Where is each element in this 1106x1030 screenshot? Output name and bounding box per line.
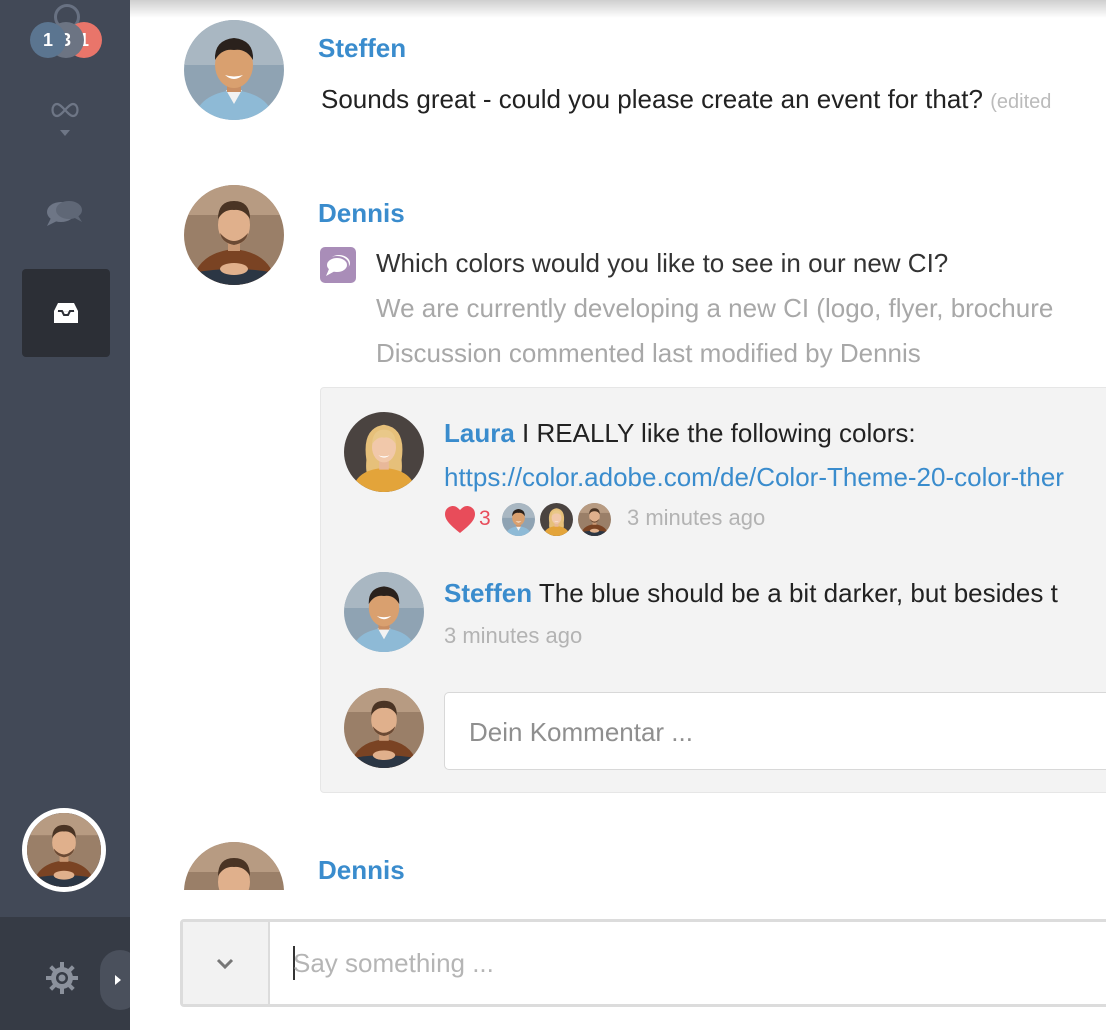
avatar[interactable] [344,412,424,492]
message-text: Sounds great - could you please create a… [321,84,1051,115]
comment-author[interactable]: Laura [444,418,515,448]
comment-timestamp: 3 minutes ago [627,505,766,530]
infinity-icon [51,102,79,118]
discussion-description: We are currently developing a new CI (lo… [376,293,1054,323]
chevron-down-icon [216,958,234,970]
composer-options-button[interactable] [183,922,270,1004]
sidebar-item-chats[interactable] [0,198,130,235]
message-composer[interactable]: Say something ... [180,919,1106,1007]
liker-avatar[interactable] [540,503,573,536]
sidebar-item-inbox[interactable] [22,269,110,357]
user-avatar[interactable] [22,808,106,892]
chevron-down-icon [60,130,70,136]
chevron-right-icon [115,975,121,985]
comment-author[interactable]: Steffen [444,578,532,608]
message-author[interactable]: Dennis [318,855,405,886]
comment-timestamp: 3 minutes ago [444,623,583,648]
liker-avatar[interactable] [578,503,611,536]
message-author[interactable]: Steffen [318,33,406,64]
avatar[interactable] [184,185,284,285]
avatar [344,688,424,768]
comment-input[interactable]: Dein Kommentar ... [444,692,1106,770]
comment-link[interactable]: https://color.adobe.com/de/Color-Theme-2… [444,462,1064,493]
heart-icon[interactable] [444,506,476,534]
message-input[interactable]: Say something ... [293,948,494,979]
notification-badges[interactable]: 1 3 1 [28,0,108,70]
message-author[interactable]: Dennis [318,198,405,229]
avatar[interactable] [344,572,424,652]
liker-avatar[interactable] [502,503,535,536]
comment-text: Steffen The blue should be a bit darker,… [444,578,1058,609]
sidebar: 1 3 1 [0,0,140,1030]
comment-text: Laura I REALLY like the following colors… [444,418,916,449]
notification-badge: 1 [30,22,66,58]
discussion-status: Discussion commented last modified by De… [376,338,921,368]
sidebar-item-spaces[interactable] [0,100,130,137]
message-body: Sounds great - could you please create a… [321,84,983,114]
header-shadow [130,0,1106,18]
comment-body: I REALLY like the following colors: [522,418,916,448]
discussion-title[interactable]: Which colors would you like to see in ou… [376,248,948,279]
avatar[interactable] [184,20,284,120]
inbox-icon [54,303,78,323]
comment-body: The blue should be a bit darker, but bes… [538,578,1058,608]
edited-label: (edited [990,91,1052,113]
like-count: 3 [479,507,491,530]
discussion-icon [320,247,356,283]
gear-icon[interactable] [45,961,79,995]
chat-bubbles-icon [47,201,82,226]
